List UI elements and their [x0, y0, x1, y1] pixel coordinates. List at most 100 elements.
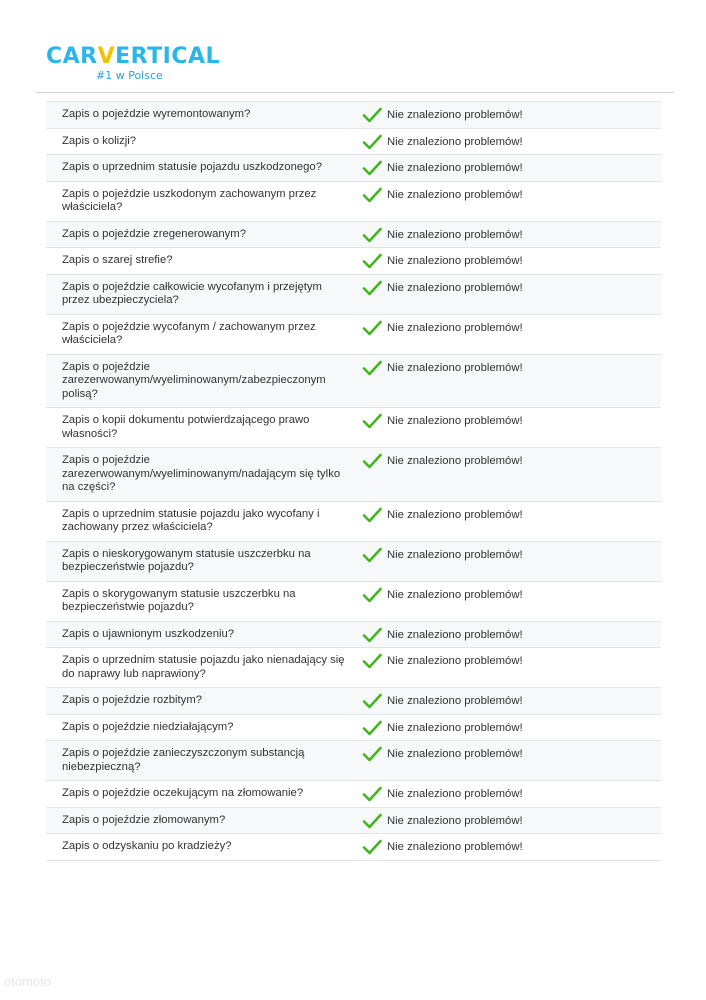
status-text: Nie znaleziono problemów!	[387, 628, 523, 641]
record-status: Nie znaleziono problemów!	[362, 627, 523, 643]
record-status: Nie znaleziono problemów!	[362, 587, 523, 603]
record-status: Nie znaleziono problemów!	[362, 746, 523, 762]
status-text: Nie znaleziono problemów!	[387, 255, 523, 267]
checkmark-icon	[362, 839, 382, 855]
checkmark-icon	[362, 107, 382, 123]
status-text: Nie znaleziono problemów!	[387, 814, 523, 827]
table-row: Zapis o pojeździe wyremontowanym? Nie zna…	[46, 102, 661, 129]
table-row: Zapis o pojeździe zregenerowanym? Nie zna…	[46, 221, 661, 248]
checkmark-icon	[362, 187, 382, 202]
record-status: Nie znaleziono problemów!	[362, 786, 523, 802]
record-status: Nie znaleziono problemów!	[362, 280, 523, 296]
record-status: Nie znaleziono problemów!	[362, 693, 523, 709]
status-text: Nie znaleziono problemów!	[387, 721, 523, 734]
checkmark-icon	[362, 746, 382, 762]
table-row: Zapis o nieskorygowanym statusie uszczer…	[46, 541, 661, 582]
record-question: Zapis o uprzednim statusie pojazdu jako …	[62, 654, 345, 680]
checkmark-icon	[362, 813, 382, 828]
status-text: Nie znaleziono problemów!	[387, 841, 523, 853]
status-text: Nie znaleziono problemów!	[387, 109, 523, 121]
record-question: Zapis o pojeździe całkowicie wycofanym i…	[62, 280, 322, 307]
status-text: Nie znaleziono problemów!	[387, 788, 523, 800]
record-status: Nie znaleziono problemów!	[362, 839, 523, 855]
status-text: Nie znaleziono problemów!	[387, 455, 523, 467]
checkmark-icon	[362, 720, 382, 735]
record-question: Zapis o ujawnionym uszkodzeniu?	[62, 627, 235, 640]
table-row: Zapis o pojeździe zarezerwowanym/wyelimi…	[46, 354, 661, 408]
status-text: Nie znaleziono problemów!	[387, 588, 523, 601]
record-question: Zapis o pojeździe złomowanym?	[62, 813, 226, 826]
checkmark-icon	[362, 413, 382, 429]
status-text: Nie znaleziono problemów!	[387, 188, 523, 201]
record-question: Zapis o pojeździe uszkodonym zachowanym …	[62, 187, 317, 214]
table-row: Zapis o pojeździe całkowicie wycofanym i…	[46, 274, 661, 315]
record-question: Zapis o kopii dokumentu potwierdzającego…	[62, 414, 310, 440]
checkmark-icon	[362, 587, 382, 602]
logo-text-car: CAR	[46, 44, 98, 69]
table-row: Zapis o uprzednim statusie pojazdu jako …	[46, 648, 661, 688]
checkmark-icon	[362, 653, 382, 669]
record-question: Zapis o pojeździe niedziałającym?	[62, 720, 234, 733]
carvertical-logo: CARVERTICAL #1 w Polsce	[46, 44, 220, 84]
logo-text-ertical: ERTICAL	[115, 44, 221, 69]
table-row: Zapis o uprzednim statusie pojazdu uszko…	[46, 155, 661, 182]
header-divider	[36, 92, 674, 93]
table-row: Zapis o ujawnionym uszkodzeniu? Nie znale…	[46, 621, 661, 648]
record-question: Zapis o kolizji?	[62, 134, 137, 147]
status-text: Nie znaleziono problemów!	[387, 228, 523, 241]
table-row: Zapis o pojeździe złomowanym? Nie znalezi…	[46, 807, 661, 834]
table-row: Zapis o skorygowanym statusie uszczerbku…	[46, 582, 661, 622]
record-question: Zapis o pojeździe rozbitym?	[62, 694, 203, 706]
status-text: Nie znaleziono problemów!	[387, 508, 523, 521]
table-row: Zapis o pojeździe zanieczyszczonym subst…	[46, 741, 661, 781]
records-table: Zapis o pojeździe wyremontowanym? Nie zna…	[46, 101, 661, 861]
logo-wordmark: CARVERTICAL	[46, 44, 220, 70]
logo-tagline: #1 w Polsce	[96, 69, 163, 82]
record-question: Zapis o odzyskaniu po kradzieży?	[62, 840, 232, 852]
record-question: Zapis o pojeździe zarezerwowanym/wyelimi…	[62, 454, 341, 493]
status-text: Nie znaleziono problemów!	[387, 162, 523, 174]
checkmark-icon	[362, 134, 382, 149]
record-status: Nie znaleziono problemów!	[362, 227, 523, 243]
record-question: Zapis o nieskorygowanym statusie uszczer…	[62, 547, 311, 574]
record-status: Nie znaleziono problemów!	[362, 134, 523, 150]
record-status: Nie znaleziono problemów!	[362, 413, 523, 429]
record-question: Zapis o szarej strefie?	[62, 254, 173, 266]
record-status: Nie znaleziono problemów!	[362, 720, 523, 736]
checkmark-icon	[362, 360, 382, 375]
logo-text-v: V	[97, 44, 116, 69]
record-status: Nie znaleziono problemów!	[362, 187, 523, 203]
checkmark-icon	[362, 227, 382, 242]
record-question: Zapis o pojeździe oczekującym na złomowa…	[62, 787, 304, 799]
watermark: otomoto	[4, 974, 51, 989]
status-text: Nie znaleziono problemów!	[387, 321, 523, 334]
record-status: Nie znaleziono problemów!	[362, 653, 523, 669]
record-status: Nie znaleziono problemów!	[362, 253, 523, 269]
status-text: Nie znaleziono problemów!	[387, 135, 523, 148]
checkmark-icon	[362, 547, 382, 562]
checkmark-icon	[362, 507, 382, 522]
record-question: Zapis o uprzednim statusie pojazdu uszko…	[62, 161, 322, 173]
checkmark-icon	[362, 320, 382, 335]
status-text: Nie znaleziono problemów!	[387, 281, 523, 294]
checkmark-icon	[362, 253, 382, 269]
record-status: Nie znaleziono problemów!	[362, 160, 523, 176]
record-question: Zapis o pojeździe zarezerwowanym/wyelimi…	[62, 360, 326, 400]
checkmark-icon	[362, 280, 382, 295]
checkmark-icon	[362, 160, 382, 176]
checkmark-icon	[362, 453, 382, 469]
status-text: Nie znaleziono problemów!	[387, 748, 523, 760]
table-row: Zapis o pojeździe oczekującym na złomowa…	[46, 781, 661, 808]
record-question: Zapis o skorygowanym statusie uszczerbku…	[62, 587, 296, 614]
table-row: Zapis o pojeździe wycofanym / zachowanym…	[46, 315, 661, 355]
status-text: Nie znaleziono problemów!	[387, 415, 523, 427]
status-text: Nie znaleziono problemów!	[387, 548, 523, 561]
status-text: Nie znaleziono problemów!	[387, 695, 523, 707]
table-row: Zapis o pojeździe niedziałającym? Nie zna…	[46, 715, 661, 741]
record-status: Nie znaleziono problemów!	[362, 507, 523, 523]
status-text: Nie znaleziono problemów!	[387, 655, 523, 667]
table-row: Zapis o pojeździe rozbitym? Nie znalezion…	[46, 688, 661, 715]
table-row: Zapis o pojeździe uszkodonym zachowanym …	[46, 182, 661, 222]
record-question: Zapis o uprzednim statusie pojazdu jako …	[62, 507, 320, 534]
table-row: Zapis o pojeździe zarezerwowanym/wyelimi…	[46, 448, 661, 502]
